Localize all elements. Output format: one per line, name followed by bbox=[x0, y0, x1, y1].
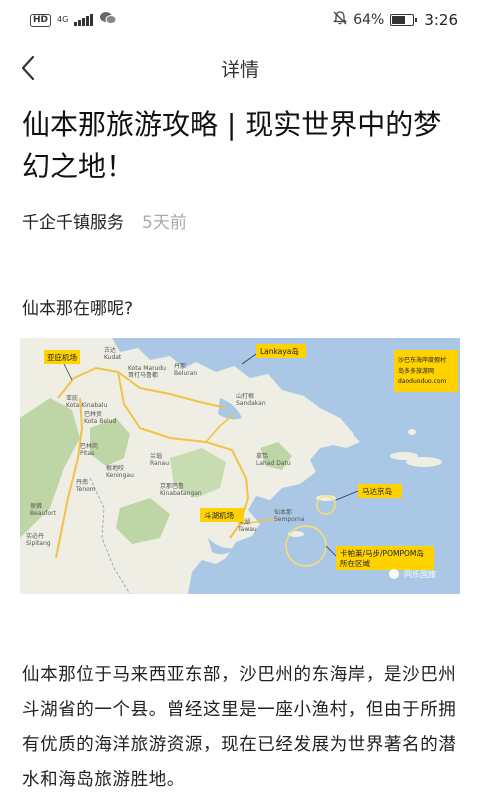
article-body: 仙本那位于马来西亚东部，沙巴州的东海岸，是沙巴州斗湖省的一个县。曾经这里是一座小… bbox=[22, 665, 457, 790]
svg-text:Kota Belud: Kota Belud bbox=[84, 418, 117, 425]
svg-text:同乐国旅: 同乐国旅 bbox=[404, 569, 436, 579]
svg-text:Tenom: Tenom bbox=[75, 486, 96, 493]
svg-text:巴林贡: 巴林贡 bbox=[84, 410, 102, 418]
signal-icon bbox=[74, 14, 93, 26]
svg-text:丹那: 丹那 bbox=[174, 362, 186, 370]
svg-text:拿笃: 拿笃 bbox=[256, 452, 268, 460]
map-image[interactable]: 古达 Kudat Kota Marudu 哥打马鲁都 亚庇 Kota Kinab… bbox=[20, 338, 460, 594]
svg-text:Kudat: Kudat bbox=[104, 354, 122, 361]
svg-text:Lankaya岛: Lankaya岛 bbox=[260, 346, 299, 356]
svg-text:亚庇机场: 亚庇机场 bbox=[47, 352, 77, 362]
author-name[interactable]: 千企千镇服务 bbox=[22, 208, 124, 233]
svg-text:古达: 古达 bbox=[104, 346, 116, 354]
status-left: HD 4G bbox=[30, 11, 117, 29]
nav-header: 详情 bbox=[0, 40, 480, 96]
svg-text:斗湖机场: 斗湖机场 bbox=[204, 510, 234, 520]
svg-text:Tawau: Tawau bbox=[237, 526, 257, 533]
svg-text:兰瑙: 兰瑙 bbox=[150, 452, 162, 460]
mute-bell-icon bbox=[333, 11, 348, 29]
svg-text:所在区域: 所在区域 bbox=[340, 558, 370, 568]
article-title: 仙本那旅游攻略 | 现实世界中的梦幻之地！ bbox=[22, 108, 442, 183]
svg-text:根地咬: 根地咬 bbox=[106, 464, 124, 472]
wechat-icon bbox=[99, 11, 117, 29]
svg-text:哥打马鲁都: 哥打马鲁都 bbox=[128, 371, 158, 379]
svg-text:Sandakan: Sandakan bbox=[236, 400, 266, 407]
svg-text:实必丹: 实必丹 bbox=[26, 532, 44, 540]
status-bar: HD 4G 64% 3:26 bbox=[0, 0, 480, 40]
svg-text:Sipitang: Sipitang bbox=[26, 540, 51, 547]
network-type: 4G bbox=[57, 15, 69, 24]
battery-percent: 64% bbox=[353, 12, 385, 28]
hd-icon: HD bbox=[30, 13, 52, 27]
watermark-logo: 同乐国旅 bbox=[389, 569, 436, 579]
chevron-left-icon bbox=[21, 55, 35, 81]
svg-text:Kota Kinabalu: Kota Kinabalu bbox=[66, 402, 107, 409]
svg-text:daoduoduo.com: daoduoduo.com bbox=[398, 378, 446, 385]
svg-text:沙巴东海岸度假村: 沙巴东海岸度假村 bbox=[398, 356, 446, 364]
svg-text:Beluran: Beluran bbox=[174, 370, 197, 377]
clock: 3:26 bbox=[424, 11, 458, 29]
svg-text:Kota Marudu: Kota Marudu bbox=[128, 365, 166, 372]
svg-text:Keningau: Keningau bbox=[106, 472, 134, 479]
status-right: 64% 3:26 bbox=[333, 11, 458, 29]
svg-text:京那巴鲁: 京那巴鲁 bbox=[160, 482, 184, 490]
svg-text:卡帕莱/马步/POMPOM岛: 卡帕莱/马步/POMPOM岛 bbox=[340, 548, 424, 558]
svg-text:Semporna: Semporna bbox=[274, 516, 305, 523]
svg-text:丹南: 丹南 bbox=[76, 478, 88, 486]
page-title: 详情 bbox=[220, 58, 259, 81]
sabah-map: 古达 Kudat Kota Marudu 哥打马鲁都 亚庇 Kota Kinab… bbox=[20, 338, 460, 594]
svg-text:Lahad Datu: Lahad Datu bbox=[256, 460, 291, 467]
svg-text:Beaufort: Beaufort bbox=[30, 510, 57, 517]
battery-icon bbox=[390, 14, 418, 26]
svg-text:马达京岛: 马达京岛 bbox=[362, 486, 392, 496]
svg-text:保佛: 保佛 bbox=[30, 502, 42, 510]
svg-text:仙本那: 仙本那 bbox=[274, 508, 292, 516]
section-heading: 仙本那在哪呢? bbox=[22, 299, 134, 319]
back-button[interactable] bbox=[8, 48, 48, 88]
svg-text:Pitas: Pitas bbox=[80, 450, 94, 457]
svg-text:Ranau: Ranau bbox=[150, 460, 169, 467]
svg-text:巴林岗: 巴林岗 bbox=[80, 442, 98, 450]
svg-text:岛多多旅游网: 岛多多旅游网 bbox=[398, 367, 434, 375]
svg-text:亚庇: 亚庇 bbox=[66, 394, 78, 402]
article-meta: 千企千镇服务 5天前 bbox=[22, 208, 187, 233]
svg-text:Kinabatangan: Kinabatangan bbox=[160, 490, 202, 497]
svg-text:山打根: 山打根 bbox=[236, 392, 254, 400]
publish-time: 5天前 bbox=[142, 213, 187, 233]
